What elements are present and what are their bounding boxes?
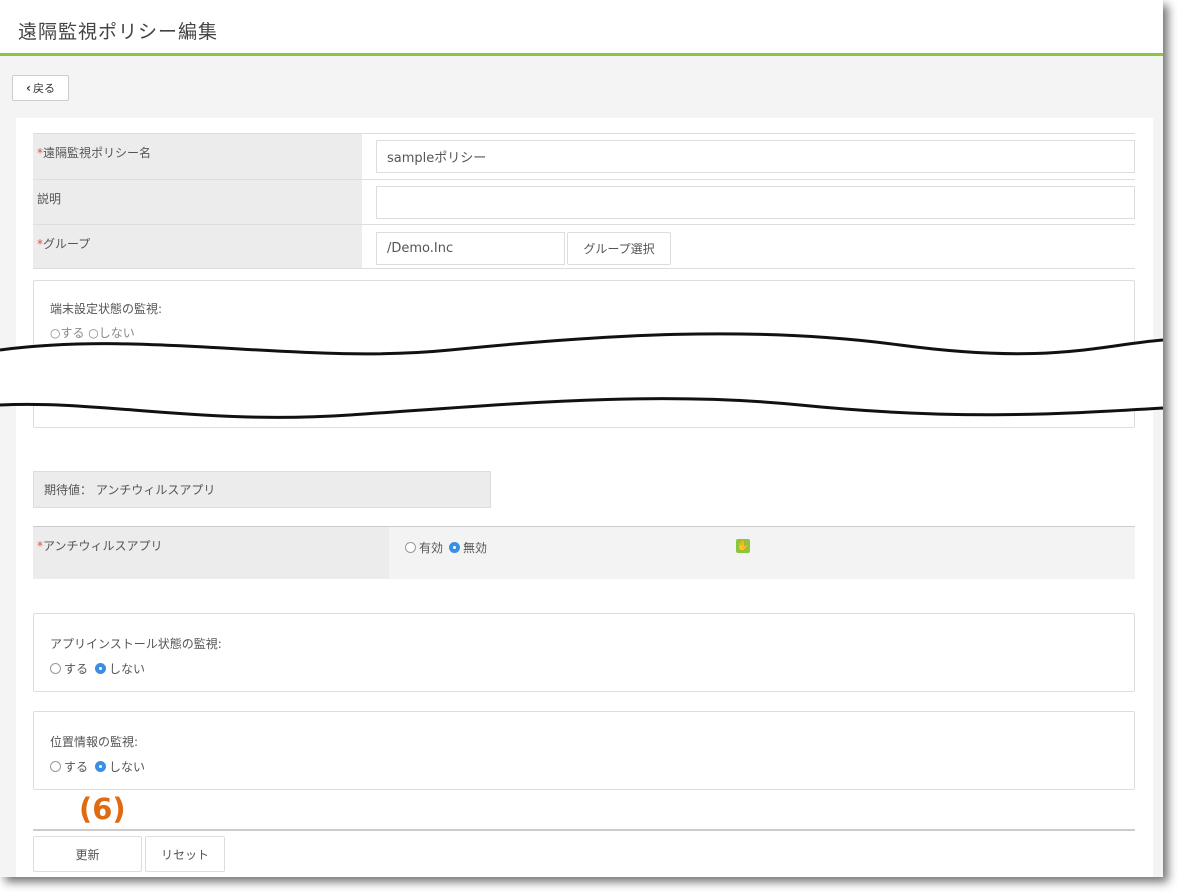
- app-install-yes-label: する: [64, 662, 89, 676]
- antivirus-label-cell: *アンチウィルスアプリ: [33, 527, 389, 579]
- step-annotation: (6): [79, 792, 126, 826]
- page-header: 遠隔監視ポリシー編集: [0, 0, 1163, 56]
- help-icon[interactable]: ✋: [736, 539, 750, 553]
- device-settings-title: 端末設定状態の監視:: [50, 302, 163, 316]
- antivirus-disabled-label: 無効: [463, 541, 488, 555]
- antivirus-enabled-label: 有効: [419, 541, 444, 555]
- description-input[interactable]: [376, 186, 1135, 219]
- antivirus-label: アンチウィルスアプリ: [43, 539, 163, 553]
- policy-name-label-cell: *遠隔監視ポリシー名: [33, 134, 362, 179]
- app-window: 遠隔監視ポリシー編集 ‹ 戻る *遠隔監視ポリシー名 sampleポリシー 説明…: [0, 0, 1163, 877]
- location-radio-group: する しない: [50, 758, 145, 775]
- antivirus-radio-group: 有効 無効: [405, 539, 487, 556]
- description-label-cell: 説明: [33, 180, 362, 224]
- location-section: 位置情報の監視: する しない: [33, 711, 1135, 790]
- app-install-no-label: しない: [109, 662, 146, 676]
- back-button[interactable]: ‹ 戻る: [12, 75, 69, 101]
- antivirus-enabled-radio[interactable]: [405, 542, 416, 553]
- page-title: 遠隔監視ポリシー編集: [18, 21, 219, 43]
- group-select-button[interactable]: グループ選択: [567, 232, 671, 265]
- group-input[interactable]: /Demo.Inc: [376, 232, 565, 265]
- location-no-radio[interactable]: [95, 761, 107, 772]
- reset-button[interactable]: リセット: [145, 836, 225, 872]
- group-label: グループ: [43, 237, 91, 251]
- expected-value-box: 期待値： アンチウィルスアプリ: [33, 471, 491, 508]
- antivirus-row: *アンチウィルスアプリ 有効 無効: [33, 526, 1135, 579]
- group-label-cell: *グループ: [33, 225, 362, 268]
- group-row: *グループ /Demo.Inc グループ選択: [33, 224, 1135, 269]
- app-install-no-radio[interactable]: [95, 663, 107, 674]
- app-install-yes-radio[interactable]: [50, 663, 61, 674]
- description-row: 説明: [33, 179, 1135, 224]
- app-install-title: アプリインストール状態の監視:: [50, 637, 222, 651]
- app-install-radio-group: する しない: [50, 660, 145, 677]
- policy-name-row: *遠隔監視ポリシー名 sampleポリシー: [33, 133, 1135, 179]
- location-title: 位置情報の監視:: [50, 735, 139, 749]
- update-button[interactable]: 更新: [33, 836, 142, 872]
- policy-name-label: 遠隔監視ポリシー名: [43, 146, 152, 160]
- policy-name-input[interactable]: sampleポリシー: [376, 140, 1135, 173]
- content-break-wave: [0, 332, 1163, 423]
- location-yes-radio[interactable]: [50, 761, 61, 772]
- description-label: 説明: [37, 192, 62, 206]
- location-no-label: しない: [109, 760, 146, 774]
- location-yes-label: する: [64, 760, 89, 774]
- chevron-left-icon: ‹: [26, 81, 31, 95]
- app-install-section: アプリインストール状態の監視: する しない: [33, 613, 1135, 692]
- antivirus-disabled-radio[interactable]: [449, 542, 461, 553]
- footer-divider: [33, 829, 1135, 831]
- back-button-label: 戻る: [32, 82, 55, 95]
